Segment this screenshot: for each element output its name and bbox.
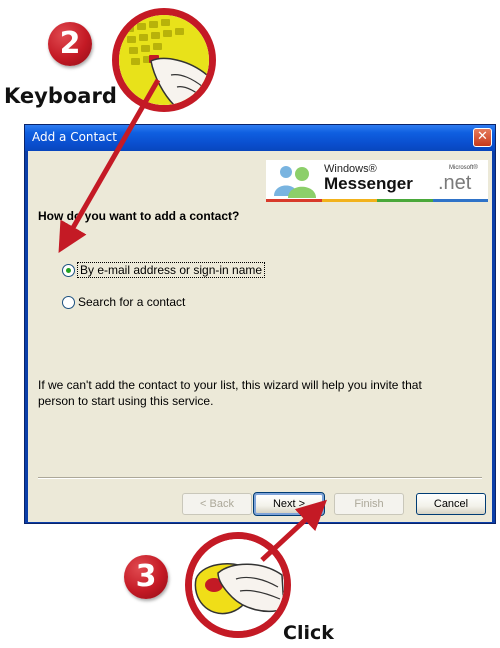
mouse-photo bbox=[185, 532, 291, 638]
tutorial-stage: 2 Keyboard Add a Contact ✕ Windows® Mess… bbox=[0, 0, 500, 648]
keyboard-label: Keyboard bbox=[4, 84, 117, 108]
click-label: Click bbox=[283, 622, 334, 644]
radio-button-email[interactable] bbox=[62, 263, 75, 277]
radio-label-email[interactable]: By e-mail address or sign-in name bbox=[76, 262, 266, 278]
add-contact-window: Add a Contact ✕ Windows® Messenger Micro… bbox=[24, 124, 496, 524]
step-3-badge: 3 bbox=[124, 555, 168, 599]
invite-info-text: If we can't add the contact to your list… bbox=[38, 378, 422, 408]
finish-button[interactable]: Finish bbox=[334, 493, 404, 515]
radio-label-search[interactable]: Search for a contact bbox=[78, 295, 185, 309]
cancel-button[interactable]: Cancel bbox=[416, 493, 486, 515]
radio-button-search[interactable] bbox=[62, 295, 75, 309]
next-button[interactable]: Next > bbox=[253, 492, 325, 516]
keyboard-photo bbox=[112, 8, 216, 112]
keyboard-hand-illustration bbox=[119, 15, 209, 105]
radio-selected-dot bbox=[66, 267, 71, 273]
mouse-hand-illustration bbox=[192, 539, 284, 631]
window-titlebar[interactable]: Add a Contact ✕ bbox=[25, 125, 495, 151]
brand-net-text: .net bbox=[438, 172, 472, 194]
button-separator bbox=[38, 477, 482, 479]
window-title: Add a Contact bbox=[32, 130, 117, 144]
radio-option-email[interactable]: By e-mail address or sign-in name bbox=[62, 262, 266, 278]
step-2-badge: 2 bbox=[48, 22, 92, 66]
dialog-body: Windows® Messenger Microsoft® .net How d… bbox=[28, 151, 492, 522]
back-button[interactable]: < Back bbox=[182, 493, 252, 515]
messenger-brand-banner: Windows® Messenger Microsoft® .net bbox=[266, 160, 488, 202]
close-icon: ✕ bbox=[477, 129, 488, 144]
add-contact-question: How do you want to add a contact? bbox=[38, 209, 240, 223]
close-button[interactable]: ✕ bbox=[473, 128, 492, 147]
messenger-buddies-icon bbox=[274, 166, 316, 198]
brand-messenger-text: Messenger bbox=[324, 174, 413, 193]
radio-option-search[interactable]: Search for a contact bbox=[62, 294, 185, 310]
brand-microsoft-text: Microsoft® bbox=[449, 165, 478, 171]
brand-color-stripe bbox=[266, 199, 488, 202]
